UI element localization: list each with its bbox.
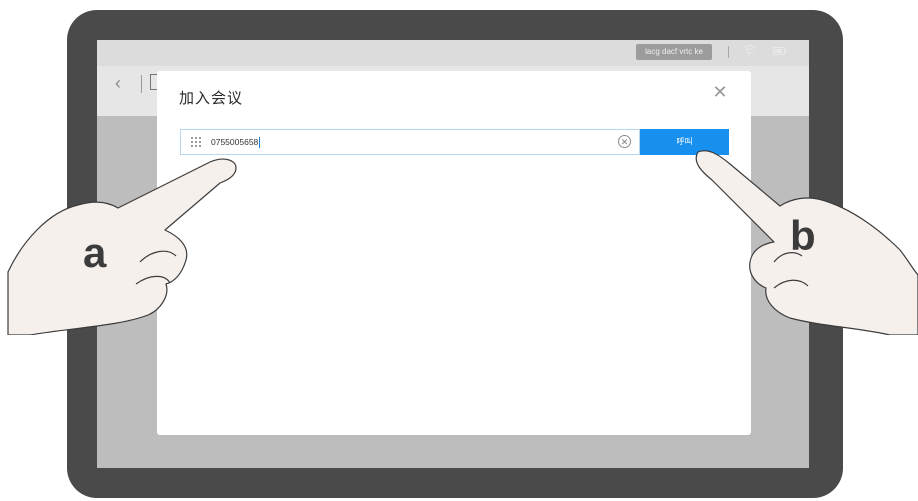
status-separator: [728, 46, 729, 58]
wifi-icon: [742, 44, 756, 56]
text-caret: [259, 137, 261, 149]
battery-icon: [773, 47, 787, 55]
keypad-icon: [191, 137, 201, 147]
dialog-title: 加入会议: [179, 90, 244, 107]
status-bar: lacg dacf vrtc ke: [97, 40, 809, 66]
app-bar-separator: [141, 75, 142, 93]
pointing-hand-left-icon: [7, 158, 237, 335]
input-value: 0755005658: [211, 137, 259, 147]
close-icon[interactable]: ✕: [711, 83, 729, 101]
chevron-left-icon[interactable]: ‹: [115, 73, 121, 94]
clear-circle-icon[interactable]: ✕: [618, 135, 631, 148]
callout-label-a: a: [83, 229, 107, 276]
app-bar-title-fragment: [150, 74, 157, 90]
status-chip: lacg dacf vrtc ke: [636, 44, 712, 60]
callout-label-b: b: [790, 212, 816, 259]
